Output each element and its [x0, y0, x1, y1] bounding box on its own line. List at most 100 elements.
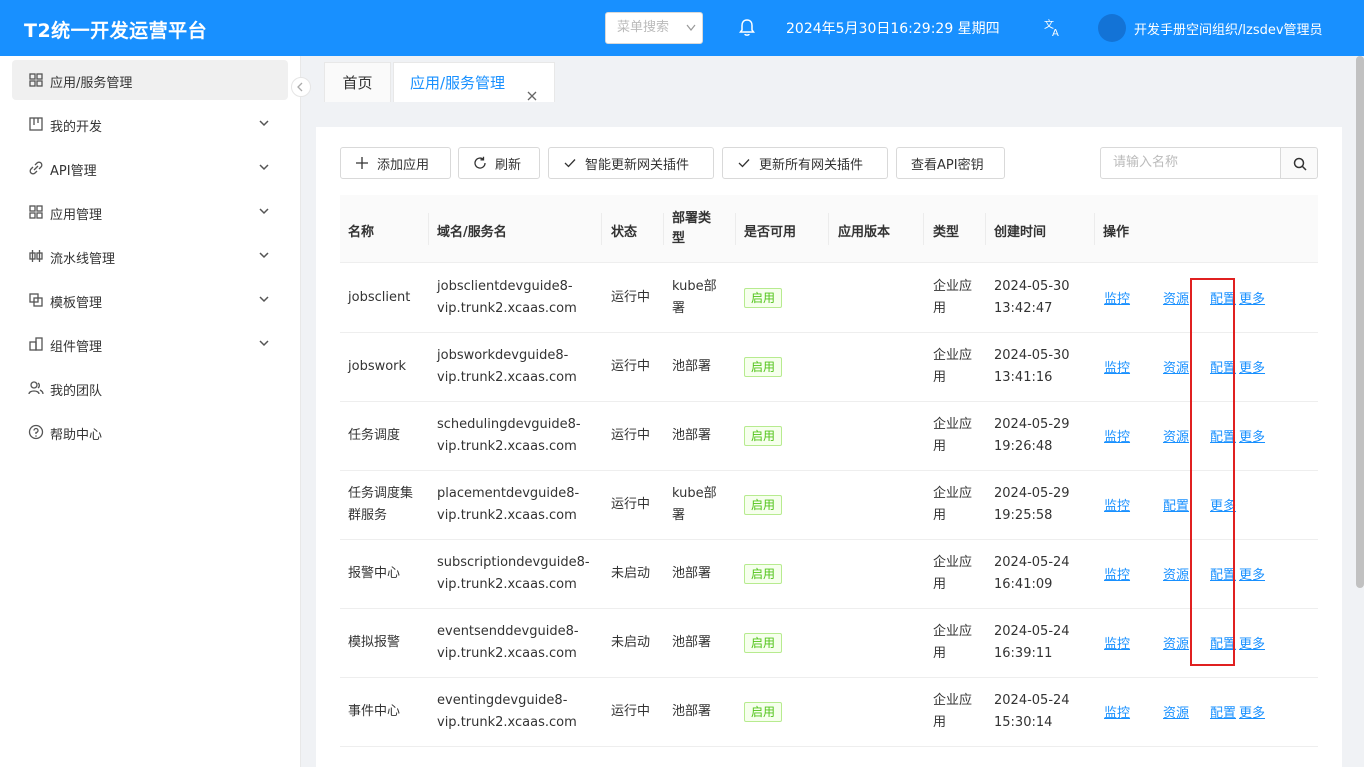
tab-home[interactable]: 首页 [324, 62, 391, 102]
more-link[interactable]: 更多 [1239, 633, 1265, 652]
translate-icon[interactable]: 文A [1043, 17, 1063, 39]
monitor-link[interactable]: 监控 [1104, 288, 1130, 307]
cell-type: 企业应用 [933, 555, 973, 592]
monitor-link[interactable]: 监控 [1104, 564, 1130, 583]
cell-deploy-type: 池部署 [672, 635, 712, 650]
status-badge: 启用 [744, 702, 783, 722]
more-link[interactable]: 更多 [1239, 288, 1265, 307]
cell-domain: placementdevguide8- vip.trunk2.xcaas.com [437, 486, 580, 523]
search-button[interactable] [1280, 147, 1318, 179]
sidebar-item-api[interactable]: API管理 [12, 148, 288, 188]
cell-deploy-type: 池部署 [672, 704, 712, 719]
cell-status: 运行中 [611, 359, 651, 374]
refresh-icon [474, 156, 486, 169]
resource-link[interactable]: 资源 [1163, 288, 1189, 307]
sidebar-item-my-dev[interactable]: 我的开发 [12, 104, 288, 144]
smart-update-plugin-button[interactable]: 智能更新网关插件 [548, 147, 714, 179]
platform-title: T2统一开发运营平台 [24, 20, 208, 42]
sidebar-item-template[interactable]: 模板管理 [12, 280, 288, 320]
chevron-down-icon [258, 117, 270, 129]
cell-domain: jobsclientdevguide8- vip.trunk2.xcaas.com [437, 279, 577, 316]
menu-search-select[interactable]: 菜单搜索 [605, 12, 703, 44]
sidebar-item-label: 流水线管理 [50, 252, 116, 267]
cell-domain: schedulingdevguide8- vip.trunk2.xcaas.com [437, 417, 581, 454]
more-link[interactable]: 更多 [1239, 564, 1265, 583]
pipeline-icon [28, 248, 44, 264]
cell-status: 运行中 [611, 290, 651, 305]
table-row: 事件中心 eventingdevguide8- vip.trunk2.xcaas.c… [340, 678, 1318, 747]
sidebar-item-pipeline[interactable]: 流水线管理 [12, 236, 288, 276]
view-api-key-button[interactable]: 查看API密钥 [896, 147, 1005, 179]
cell-status: 未启动 [611, 566, 651, 581]
table-row: 模拟报警 eventsenddevguide8- vip.trunk2.xcaas.… [340, 609, 1318, 678]
name-search-input[interactable]: 请输入名称 [1100, 147, 1282, 179]
resource-link[interactable]: 资源 [1163, 426, 1189, 445]
table-row: jobswork jobsworkdevguide8- vip.trunk2.xca… [340, 333, 1318, 402]
sidebar-item-app-service[interactable]: 应用/服务管理 [12, 60, 288, 100]
more-link[interactable]: 更多 [1239, 702, 1265, 721]
update-all-plugins-button[interactable]: 更新所有网关插件 [722, 147, 888, 179]
sidebar-item-app-manage[interactable]: 应用管理 [12, 192, 288, 232]
status-badge: 启用 [744, 564, 783, 584]
cell-domain: eventsenddevguide8- vip.trunk2.xcaas.com [437, 624, 579, 661]
cell-deploy-type: 池部署 [672, 428, 712, 443]
status-badge: 启用 [744, 633, 783, 653]
sidebar-item-team[interactable]: 我的团队 [12, 368, 288, 408]
cell-created-time: 2024-05-30 13:41:16 [994, 348, 1070, 385]
more-link[interactable]: 更多 [1239, 426, 1265, 445]
sidebar-collapse-button[interactable] [291, 77, 311, 97]
view-api-key-label: 查看API密钥 [911, 157, 984, 173]
col-header-type: 类型 [933, 225, 960, 240]
status-badge: 启用 [744, 288, 783, 308]
monitor-link[interactable]: 监控 [1104, 633, 1130, 652]
page-scrollbar[interactable] [1356, 56, 1364, 588]
config-column-highlight [1190, 278, 1235, 666]
chevron-down-icon [258, 161, 270, 173]
col-header-status: 状态 [611, 225, 638, 240]
chevron-down-icon [686, 13, 696, 55]
monitor-link[interactable]: 监控 [1104, 702, 1130, 721]
resource-link[interactable]: 资源 [1163, 633, 1189, 652]
cell-status: 未启动 [611, 635, 651, 650]
resource-link[interactable]: 资源 [1163, 357, 1189, 376]
sidebar-item-component[interactable]: 组件管理 [12, 324, 288, 364]
cell-name: 模拟报警 [348, 635, 401, 650]
app-grid-icon [28, 72, 44, 88]
sidebar-item-label: API管理 [50, 164, 97, 179]
col-header-available: 是否可用 [744, 225, 797, 240]
table-header: 名称 域名/服务名 状态 部署类 型 是否可用 应用版本 类型 创建时间 操作 [340, 195, 1318, 263]
tab-app-service[interactable]: 应用/服务管理 [393, 62, 555, 102]
user-org-name[interactable]: 开发手册空间组织/lzsdev管理员 [1134, 19, 1323, 38]
monitor-link[interactable]: 监控 [1104, 495, 1130, 514]
cell-status: 运行中 [611, 428, 651, 443]
resource-link[interactable]: 资源 [1163, 702, 1189, 721]
current-datetime: 2024年5月30日16:29:29 星期四 [786, 21, 1000, 37]
monitor-link[interactable]: 监控 [1104, 357, 1130, 376]
cell-domain: jobsworkdevguide8- vip.trunk2.xcaas.com [437, 348, 577, 385]
close-icon[interactable] [526, 77, 538, 101]
avatar[interactable] [1098, 14, 1126, 42]
bell-icon[interactable] [738, 18, 756, 38]
monitor-link[interactable]: 监控 [1104, 426, 1130, 445]
cell-created-time: 2024-05-24 16:39:11 [994, 624, 1070, 661]
add-app-button[interactable]: 添加应用 [340, 147, 451, 179]
cell-deploy-type: 池部署 [672, 359, 712, 374]
component-icon [28, 336, 44, 352]
config-link[interactable]: 配置 [1210, 702, 1236, 721]
resource-link[interactable]: 资源 [1163, 564, 1189, 583]
help-icon [28, 424, 44, 440]
more-link[interactable]: 更多 [1239, 357, 1265, 376]
cell-deploy-type: 池部署 [672, 566, 712, 581]
table-row: 报警中心 subscriptiondevguide8- vip.trunk2.xca… [340, 540, 1318, 609]
cell-name: 任务调度集 群服务 [348, 486, 414, 523]
status-badge: 启用 [744, 426, 783, 446]
cell-name: 报警中心 [348, 566, 401, 581]
config-link[interactable]: 配置 [1163, 495, 1189, 514]
cell-type: 企业应用 [933, 417, 973, 454]
sidebar-item-help[interactable]: 帮助中心 [12, 412, 288, 452]
cell-created-time: 2024-05-29 19:25:58 [994, 486, 1070, 523]
refresh-button[interactable]: 刷新 [458, 147, 540, 179]
svg-text:A: A [1052, 28, 1059, 37]
table-row: 任务调度 schedulingdevguide8- vip.trunk2.xcaas… [340, 402, 1318, 471]
sidebar-item-label: 应用/服务管理 [50, 76, 133, 91]
